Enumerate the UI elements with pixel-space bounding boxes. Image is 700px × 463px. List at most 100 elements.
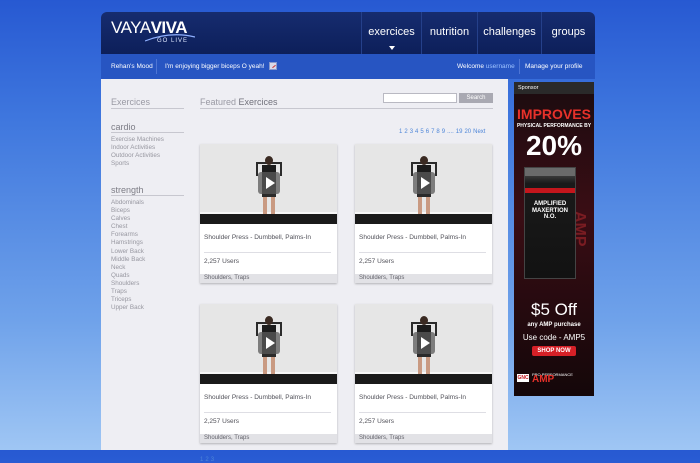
sidebar-link-shoulders[interactable]: Shoulders (111, 280, 145, 288)
page-link[interactable]: 1 (399, 129, 402, 135)
username-link[interactable]: username (486, 63, 515, 70)
play-icon[interactable] (413, 332, 435, 354)
exercise-card[interactable]: Shoulder Press - Dumbbell, Palms-In 2,25… (200, 144, 337, 283)
logo-swoosh-icon (145, 34, 195, 42)
video-thumbnail[interactable] (200, 144, 337, 224)
pagination-top: 1 2 3 4 5 6 7 8 9.... 19 20 Next (399, 129, 487, 135)
play-icon[interactable] (413, 172, 435, 194)
ad-headline: IMPROVES (517, 106, 591, 122)
sidebar-link-upper-back[interactable]: Upper Back (111, 304, 145, 312)
ad-offer-detail: any AMP purchase (527, 322, 581, 328)
exercise-card[interactable]: Shoulder Press - Dumbbell, Palms-In 2,25… (355, 144, 492, 283)
search-button[interactable]: Search (459, 93, 493, 103)
play-icon[interactable] (258, 172, 280, 194)
exercise-title[interactable]: Shoulder Press - Dumbbell, Palms-In (359, 234, 466, 241)
page-link[interactable]: 1 (200, 457, 203, 463)
page-link[interactable]: 20 (464, 129, 471, 135)
sidebar-link-indoor-activities[interactable]: Indoor Activities (111, 144, 164, 152)
product-line3: N.O. (543, 214, 557, 220)
next-page-link[interactable]: Next (473, 129, 485, 135)
exercise-title[interactable]: Shoulder Press - Dumbbell, Palms-In (204, 234, 311, 241)
exercise-title[interactable]: Shoulder Press - Dumbbell, Palms-In (359, 394, 466, 401)
brand-big: AMP (532, 374, 555, 385)
page-link[interactable]: 9 (442, 129, 445, 135)
vayaviva-logo[interactable]: VAYAVIVA GO LIVE (111, 19, 195, 44)
page-link[interactable]: 2 (404, 129, 407, 135)
video-thumbnail[interactable] (200, 304, 337, 384)
sidebar-title: Exercices (111, 97, 151, 107)
nav-label-challenges: challenges (483, 26, 536, 38)
manage-profile-link[interactable]: Manage your profile (525, 63, 582, 70)
sidebar-link-sports[interactable]: Sports (111, 160, 164, 168)
product-line1: AMPLIFIED (533, 201, 567, 207)
category-heading-cardio: cardio (111, 122, 136, 132)
page-link[interactable]: 3 (410, 129, 413, 135)
search-input[interactable] (383, 93, 457, 103)
page-link[interactable]: 8 (436, 129, 439, 135)
sidebar-link-triceps[interactable]: Triceps (111, 296, 145, 304)
nav-item-nutrition[interactable]: nutrition (421, 12, 477, 54)
sidebar-link-forearms[interactable]: Forearms (111, 231, 145, 239)
page-link[interactable]: 4 (415, 129, 418, 135)
page-link[interactable]: 2 (205, 457, 208, 463)
page-link[interactable]: 5 (420, 129, 423, 135)
welcome-prefix: Welcome (457, 63, 484, 70)
sidebar-link-chest[interactable]: Chest (111, 223, 145, 231)
category-heading-strength: strength (111, 185, 144, 195)
sidebar-link-traps[interactable]: Traps (111, 288, 145, 296)
video-thumbnail[interactable] (355, 144, 492, 224)
divider (111, 132, 184, 133)
sidebar-link-hamstrings[interactable]: Hamstrings (111, 239, 145, 247)
nav-item-groups[interactable]: groups (541, 12, 595, 54)
muscle-tags: Shoulders, Traps (200, 274, 337, 283)
video-thumbnail[interactable] (355, 304, 492, 384)
ad-subhead: PHYSICAL PERFORMANCE BY (516, 123, 592, 129)
sidebar-link-biceps[interactable]: Biceps (111, 207, 145, 215)
user-count: 2,257 Users (204, 418, 240, 425)
sidebar-link-abdominals[interactable]: Abdominals (111, 199, 145, 207)
divider (359, 412, 486, 413)
nav-item-challenges[interactable]: challenges (477, 12, 541, 54)
page-ellipsis: .... (447, 129, 454, 135)
page-link[interactable]: 7 (431, 129, 434, 135)
product-bottle-icon: AMPLIFIED MAXERTION N.O. (524, 167, 576, 279)
page-link[interactable]: 6 (426, 129, 429, 135)
sponsor-label: Sponsor (514, 82, 594, 94)
divider (519, 59, 520, 74)
play-icon[interactable] (258, 332, 280, 354)
strength-list: Abdominals Biceps Calves Chest Forearms … (111, 199, 145, 312)
divider (111, 195, 184, 196)
active-indicator-icon (388, 46, 395, 50)
user-count: 2,257 Users (204, 258, 240, 265)
exercise-title[interactable]: Shoulder Press - Dumbbell, Palms-In (204, 394, 311, 401)
user-subbar: Rehan's Mood I'm enjoying bigger biceps … (101, 54, 595, 79)
shop-now-button[interactable]: SHOP NOW (532, 346, 576, 356)
sidebar-link-outdoor-activities[interactable]: Outdoor Activities (111, 152, 164, 160)
muscle-tags: Shoulders, Traps (355, 274, 492, 283)
pagination-bottom: 123 (200, 457, 216, 463)
cardio-list: Exercise Machines Indoor Activities Outd… (111, 136, 164, 168)
nav-label-nutrition: nutrition (429, 26, 470, 38)
product-name: AMPLIFIED MAXERTION N.O. (525, 201, 575, 221)
exercise-card[interactable]: Shoulder Press - Dumbbell, Palms-In 2,25… (200, 304, 337, 443)
sidebar-link-middle-back[interactable]: Middle Back (111, 256, 145, 264)
sidebar-link-quads[interactable]: Quads (111, 272, 145, 280)
page-link[interactable]: 3 (211, 457, 214, 463)
section-title-bold: Exercices (238, 97, 278, 107)
product-line2: MAXERTION (532, 207, 568, 214)
user-count: 2,257 Users (359, 258, 395, 265)
header: VAYAVIVA GO LIVE exercices nutrition cha… (101, 12, 595, 54)
sidebar-link-neck[interactable]: Neck (111, 264, 145, 272)
ad-side-text: AMP (571, 211, 588, 247)
content-area: Exercices cardio Exercise Machines Indoo… (101, 79, 508, 463)
sidebar-link-calves[interactable]: Calves (111, 215, 145, 223)
sidebar-link-exercise-machines[interactable]: Exercise Machines (111, 136, 164, 144)
nav-item-exercices[interactable]: exercices (361, 12, 421, 54)
divider (111, 108, 184, 109)
divider (156, 59, 157, 74)
exercise-card[interactable]: Shoulder Press - Dumbbell, Palms-In 2,25… (355, 304, 492, 443)
edit-mood-icon[interactable] (269, 62, 277, 70)
sidebar-link-lower-back[interactable]: Lower Back (111, 248, 145, 256)
page-link[interactable]: 19 (456, 129, 463, 135)
amp-advertisement[interactable]: IMPROVES PHYSICAL PERFORMANCE BY 20% AMP… (514, 94, 594, 396)
